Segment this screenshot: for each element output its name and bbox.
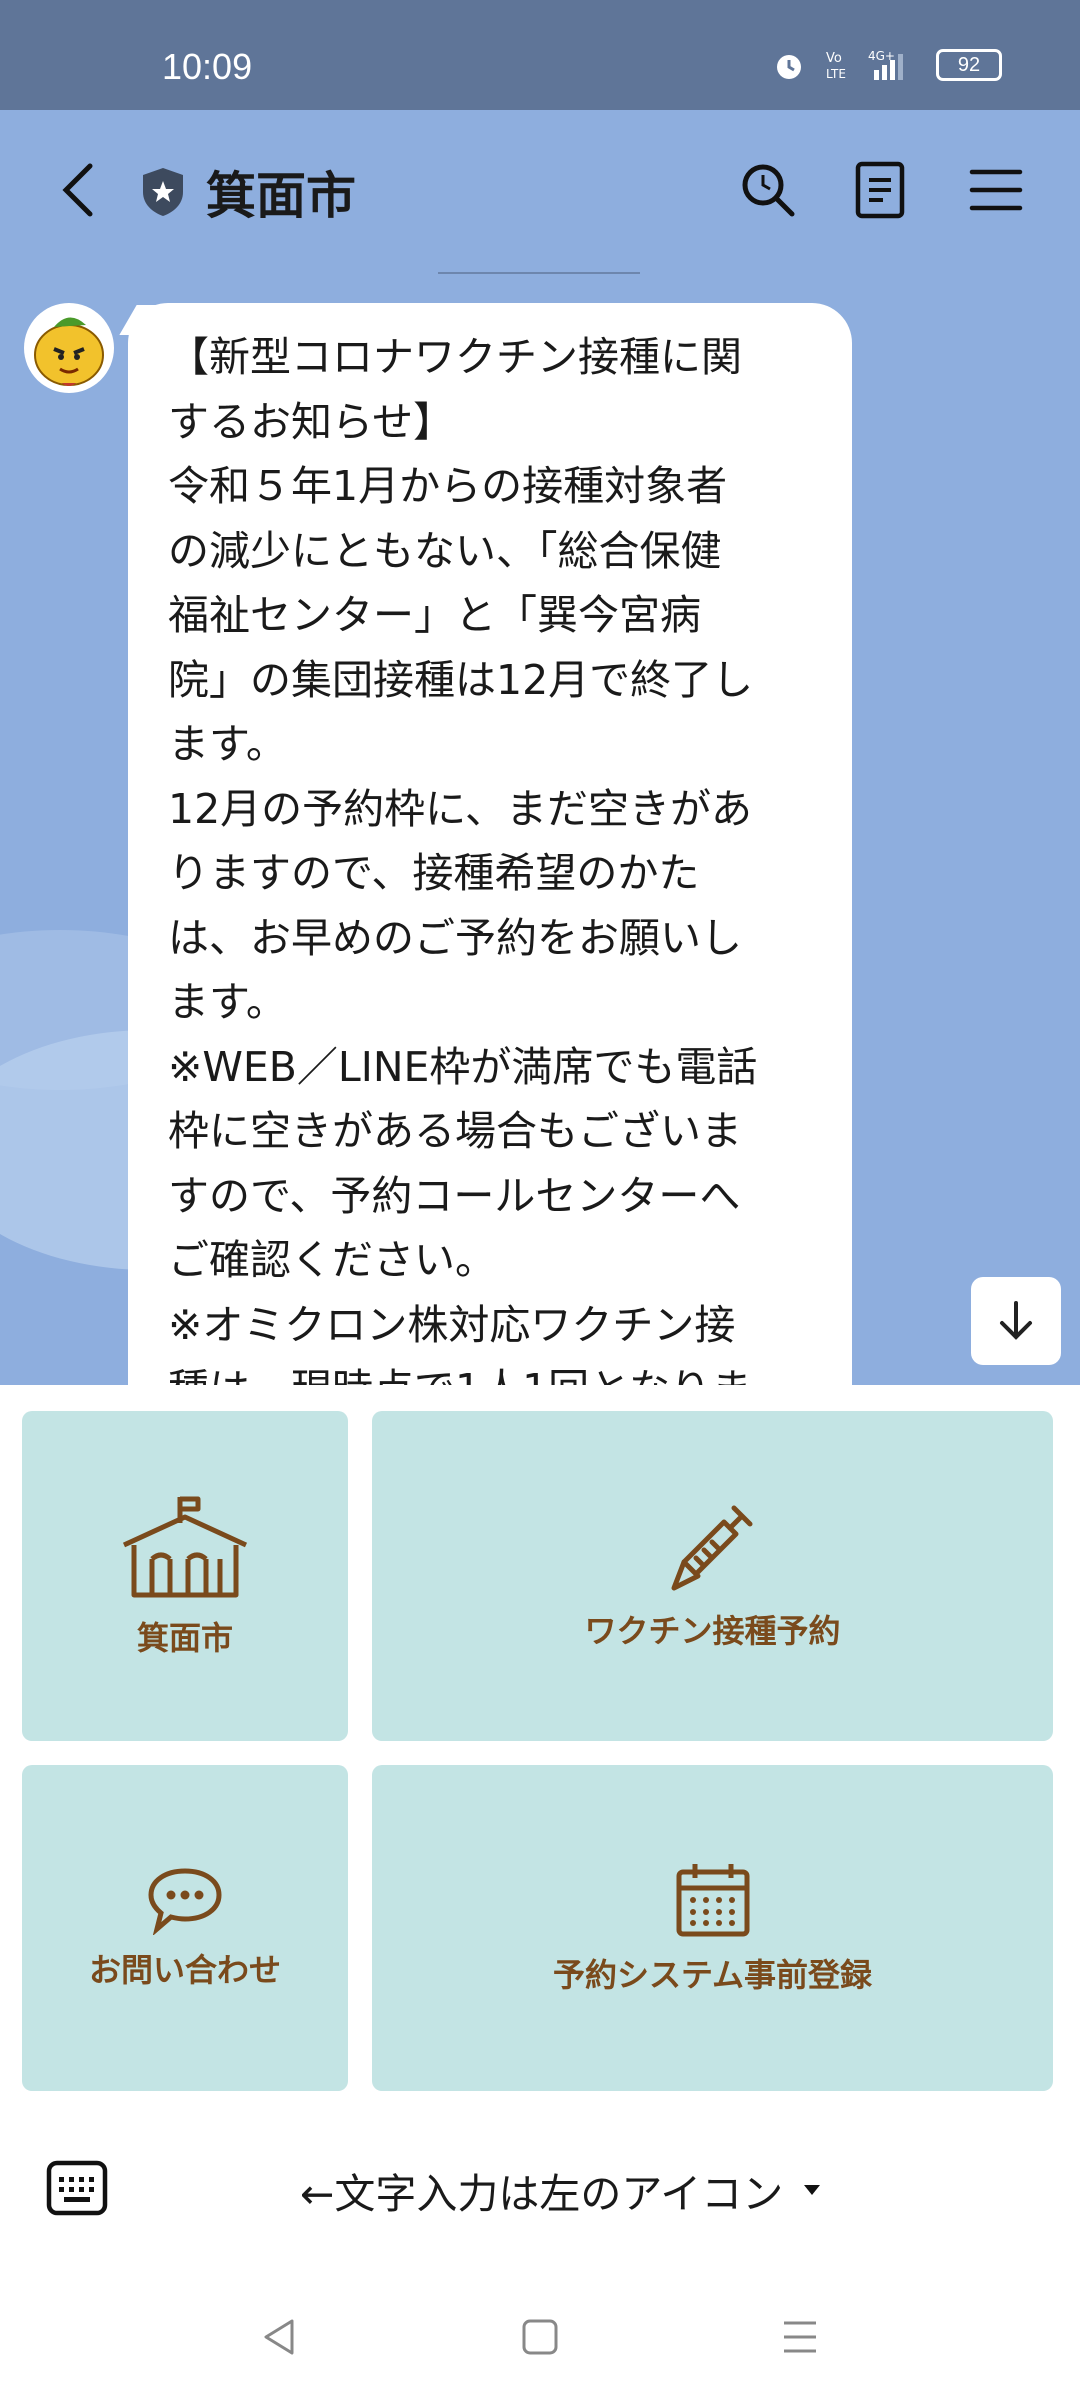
school-icon [122,1496,248,1598]
nav-home-icon[interactable] [518,2315,562,2359]
chat-title: 箕面市 [206,167,356,225]
status-time: 10:09 [162,46,253,87]
search-icon[interactable] [736,158,800,222]
menu-icon[interactable] [964,158,1028,222]
caret-down-icon [804,2185,821,2195]
calendar-icon [676,1864,749,1937]
message-text: 【新型コロナワクチン接種に関 するお知らせ】 令和５年1月からの接種対象者 の減… [168,333,758,1385]
chat-bubble-icon [148,1868,222,1935]
mascot-avatar-icon [34,317,104,386]
verified-shield-icon [143,168,183,216]
signal-icon: 4G+ [868,49,903,80]
syringe-icon [671,1505,752,1591]
rich-menu-label: お問い合わせ [88,1951,281,1989]
rich-menu-item-vaccine-reservation[interactable]: ワクチン接種予約 [372,1411,1053,1741]
status-bar: 10:09 Vo LTE 4G+ 92 [0,0,1080,110]
arrow-down-icon [1000,1301,1032,1340]
rich-menu-item-inquiry[interactable]: お問い合わせ [22,1765,348,2091]
chat-area[interactable]: 箕面市 【新型コロナワクチン接種に関 するお知らせ】 令和５年1月からの接種対象… [0,110,1080,1385]
system-nav-bar [0,2260,1080,2400]
rich-menu-label: ワクチン接種予約 [584,1612,841,1650]
volte-icon: Vo LTE [826,51,846,81]
keyboard-icon[interactable] [46,2160,108,2216]
scroll-to-bottom-button[interactable] [971,1277,1061,1365]
alarm-icon [777,55,801,79]
chat-header: 箕面市 [0,110,1080,270]
rich-menu-item-minoh-city[interactable]: 箕面市 [22,1411,348,1741]
input-bar: ←文字入力は左のアイコン [0,2110,1080,2260]
battery-indicator: 92 [936,49,1002,81]
back-icon[interactable] [54,160,104,220]
rich-menu: 箕面市 ワクチン接種予約 お問い合わせ 予約システム事前登録 [0,1385,1080,2110]
nav-back-icon[interactable] [258,2315,302,2359]
nav-recents-icon[interactable] [778,2315,822,2359]
status-icons: Vo LTE 4G+ 92 [772,48,1002,82]
rich-menu-item-pre-registration[interactable]: 予約システム事前登録 [372,1765,1053,2091]
rich-menu-toggle[interactable]: ←文字入力は左のアイコン [300,2160,821,2220]
svg-text:Vo: Vo [826,51,842,66]
message-bubble[interactable]: 【新型コロナワクチン接種に関 するお知らせ】 令和５年1月からの接種対象者 の減… [128,303,852,1385]
date-divider [438,272,640,274]
rich-menu-label: 予約システム事前登録 [552,1956,873,1994]
rich-menu-toggle-label: ←文字入力は左のアイコン [300,2170,784,2218]
svg-text:LTE: LTE [826,67,846,81]
notes-icon[interactable] [848,158,912,222]
rich-menu-label: 箕面市 [136,1619,233,1657]
avatar[interactable] [24,303,114,393]
